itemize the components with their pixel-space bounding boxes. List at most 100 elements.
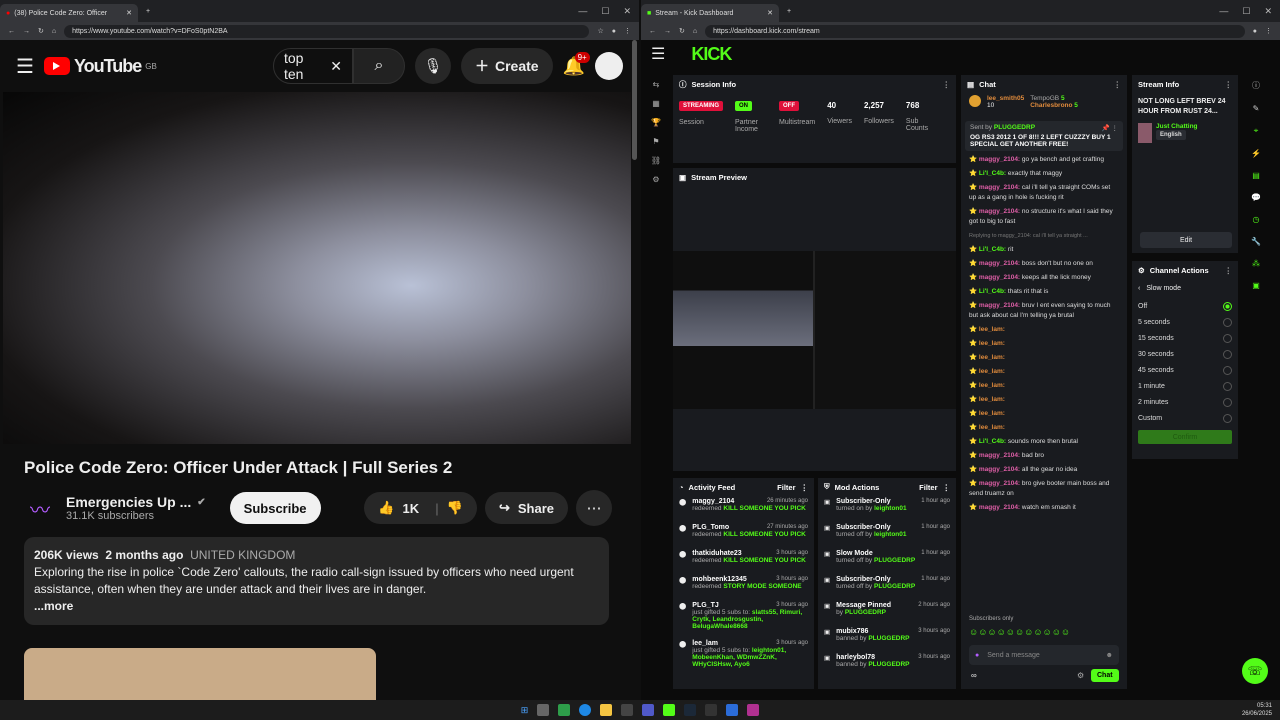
start-icon[interactable]: ⊞ — [521, 705, 529, 716]
gifter-name[interactable]: TempoGB — [1030, 95, 1059, 102]
kick-tab[interactable]: ■ Stream - Kick Dashboard ✕ — [641, 4, 779, 22]
slow-mode-option[interactable]: Off — [1132, 298, 1238, 314]
mod-action-item[interactable]: ▣ Slow Mode 1 hour ago turned off by PLUGGE… — [818, 548, 956, 574]
app-icon[interactable] — [747, 704, 760, 716]
yt-logo[interactable]: YouTube GB — [43, 56, 157, 77]
menu-dots-icon[interactable]: ⋮ — [1265, 27, 1272, 35]
activity-filter-button[interactable]: Filter — [777, 483, 795, 492]
kick-logo[interactable]: KICK — [691, 44, 732, 65]
mod-action-item[interactable]: ▣ harleybol78 3 hours ago banned by PLUGGED… — [818, 652, 956, 678]
clear-search-icon[interactable]: ✕ — [330, 58, 342, 75]
create-button[interactable]: ＋ Create — [460, 48, 553, 84]
slow-mode-option[interactable]: 1 minute — [1132, 378, 1238, 394]
edit-button[interactable]: Edit — [1140, 232, 1232, 248]
minimize-icon[interactable]: — — [1219, 6, 1228, 17]
dashboard-icon[interactable]: ▦ — [652, 99, 660, 108]
activity-user[interactable]: lee_lam — [692, 640, 718, 647]
like-button[interactable]: 👍 1K | 👎 — [364, 492, 477, 524]
back-icon[interactable]: ← — [649, 28, 656, 35]
folder-icon[interactable] — [600, 704, 613, 716]
back-arrow-icon[interactable]: ‹ — [1138, 285, 1140, 292]
pinned-message[interactable]: Sent by PLUGGEDRP 📌 ⋮ OG RS3 2012 1 OF 8… — [965, 121, 1123, 151]
edit-icon[interactable]: ✎ — [1253, 104, 1260, 113]
chat-message[interactable]: ⭐ maggy_2104: bad bro — [961, 449, 1127, 463]
confirm-button[interactable]: Confirm — [1138, 430, 1232, 444]
chat-message[interactable]: ⭐ lee_lam: — [961, 323, 1127, 337]
close-window-icon[interactable]: ✕ — [623, 6, 631, 17]
close-tab-icon[interactable]: ✕ — [767, 9, 773, 17]
chat-username[interactable]: lee_lam: — [979, 410, 1005, 417]
kick-url-field[interactable]: https://dashboard.kick.com/stream — [705, 24, 1245, 38]
top-gifter-name[interactable]: lee_smith05 — [987, 95, 1024, 102]
chat-bubble-icon[interactable]: 💬 — [1251, 193, 1261, 202]
chat-username[interactable]: maggy_2104: — [979, 466, 1020, 473]
activity-user[interactable]: maggy_2104 — [692, 498, 734, 505]
activity-item[interactable]: ⬤ PLG_Tomo 27 minutes ago redeemed KILL SOM… — [673, 522, 814, 548]
chat-username[interactable]: Li'l_C4b: — [979, 438, 1006, 445]
panel-menu-icon[interactable]: ⋮ — [1225, 266, 1233, 275]
chat-username[interactable]: maggy_2104: — [979, 156, 1020, 163]
stream-icon[interactable]: ⇆ — [653, 80, 660, 89]
mod-action-user[interactable]: PLUGGEDRP — [874, 583, 915, 590]
mod-action-item[interactable]: ▣ Message Pinned 2 hours ago by PLUGGEDRP — [818, 600, 956, 626]
video-player[interactable] — [3, 92, 631, 444]
thumbs-down-icon[interactable]: 👎 — [447, 500, 463, 516]
activity-item[interactable]: ⬤ lee_lam 3 hours ago just gifted 5 subs to… — [673, 638, 814, 676]
message-input[interactable]: ● Send a message ☻ — [969, 645, 1119, 665]
radio-icon[interactable] — [1223, 413, 1232, 423]
panel-menu-icon[interactable]: ⋮ — [1114, 80, 1122, 89]
chat-message[interactable]: ⭐ maggy_2104: bro give booter main boss … — [961, 477, 1127, 501]
mod-action-user[interactable]: PLUGGEDRP — [868, 661, 909, 668]
bolt-icon[interactable]: ⚡ — [1251, 149, 1261, 158]
ad-thumbnail[interactable] — [24, 648, 376, 700]
steam-icon[interactable] — [684, 704, 697, 716]
chat-message[interactable]: ⭐ lee_lam: — [961, 351, 1127, 365]
teams-icon[interactable] — [642, 704, 655, 716]
radio-icon[interactable] — [1223, 317, 1232, 327]
app-icon[interactable] — [621, 704, 634, 716]
forward-icon[interactable]: → — [664, 28, 671, 35]
radio-icon[interactable] — [1223, 301, 1232, 311]
channel-name[interactable]: Emergencies Up ... — [66, 494, 191, 510]
settings-icon[interactable]: ⚙ — [652, 175, 659, 184]
chat-username[interactable]: maggy_2104: — [979, 504, 1020, 511]
chat-message[interactable]: ⭐ maggy_2104: boss don't but no one on — [961, 257, 1127, 271]
chat-message[interactable]: ⭐ lee_lam: — [961, 393, 1127, 407]
panel-menu-icon[interactable]: ⋮ — [801, 483, 809, 492]
slow-mode-option[interactable]: 15 seconds — [1132, 330, 1238, 346]
slow-mode-option[interactable]: 45 seconds — [1132, 362, 1238, 378]
chat-message[interactable]: ⭐ Li'l_C4b: rit — [961, 243, 1127, 257]
chat-message[interactable]: ⭐ Li'l_C4b: exactly that maggy — [961, 167, 1127, 181]
search-input[interactable]: top ten ✕ — [272, 48, 353, 84]
chat-username[interactable]: lee_lam: — [979, 326, 1005, 333]
chat-username[interactable]: Li'l_C4b: — [979, 170, 1006, 177]
mod-action-item[interactable]: ▣ Subscriber-Only 1 hour ago turned on by l… — [818, 496, 956, 522]
chat-message[interactable]: ⭐ maggy_2104: keeps all the lick money — [961, 271, 1127, 285]
preview-video[interactable] — [673, 251, 956, 409]
chat-message[interactable]: ⭐ maggy_2104: bruv I ent even saying to … — [961, 299, 1127, 323]
chat-username[interactable]: lee_lam: — [979, 382, 1005, 389]
forward-icon[interactable]: → — [23, 28, 30, 35]
app-icon[interactable] — [726, 704, 739, 716]
chat-username[interactable]: lee_lam: — [979, 368, 1005, 375]
menu-dots-icon[interactable]: ⋮ — [624, 27, 631, 35]
category-name[interactable]: Just Chatting — [1156, 123, 1198, 130]
notifications-button[interactable]: 🔔 9+ — [563, 51, 590, 77]
chat-username[interactable]: lee_lam: — [979, 424, 1005, 431]
star-icon[interactable]: ☆ — [597, 27, 603, 35]
activity-user[interactable]: PLG_Tomo — [692, 524, 729, 531]
yt-url-field[interactable]: https://www.youtube.com/watch?v=DFoS0ptN… — [64, 24, 590, 38]
chat-message[interactable]: ⭐ maggy_2104: no structure it's what I s… — [961, 205, 1127, 229]
profile-icon[interactable]: ● — [1253, 28, 1257, 35]
close-window-icon[interactable]: ✕ — [1264, 6, 1272, 17]
slow-mode-option[interactable]: 5 seconds — [1132, 314, 1238, 330]
share-button[interactable]: ↪ Share — [484, 492, 568, 524]
reload-icon[interactable]: ↻ — [38, 27, 44, 35]
chat-username[interactable]: Li'l_C4b: — [979, 246, 1006, 253]
channel-avatar-icon[interactable]: 〰 — [22, 490, 58, 526]
info-icon[interactable]: ⓘ — [1252, 80, 1260, 91]
scan-icon[interactable]: ⌖ — [1254, 126, 1259, 136]
help-fab-icon[interactable]: ☏ — [1242, 658, 1268, 684]
chat-message[interactable]: ⭐ lee_lam: — [961, 337, 1127, 351]
radio-icon[interactable] — [1223, 365, 1232, 375]
